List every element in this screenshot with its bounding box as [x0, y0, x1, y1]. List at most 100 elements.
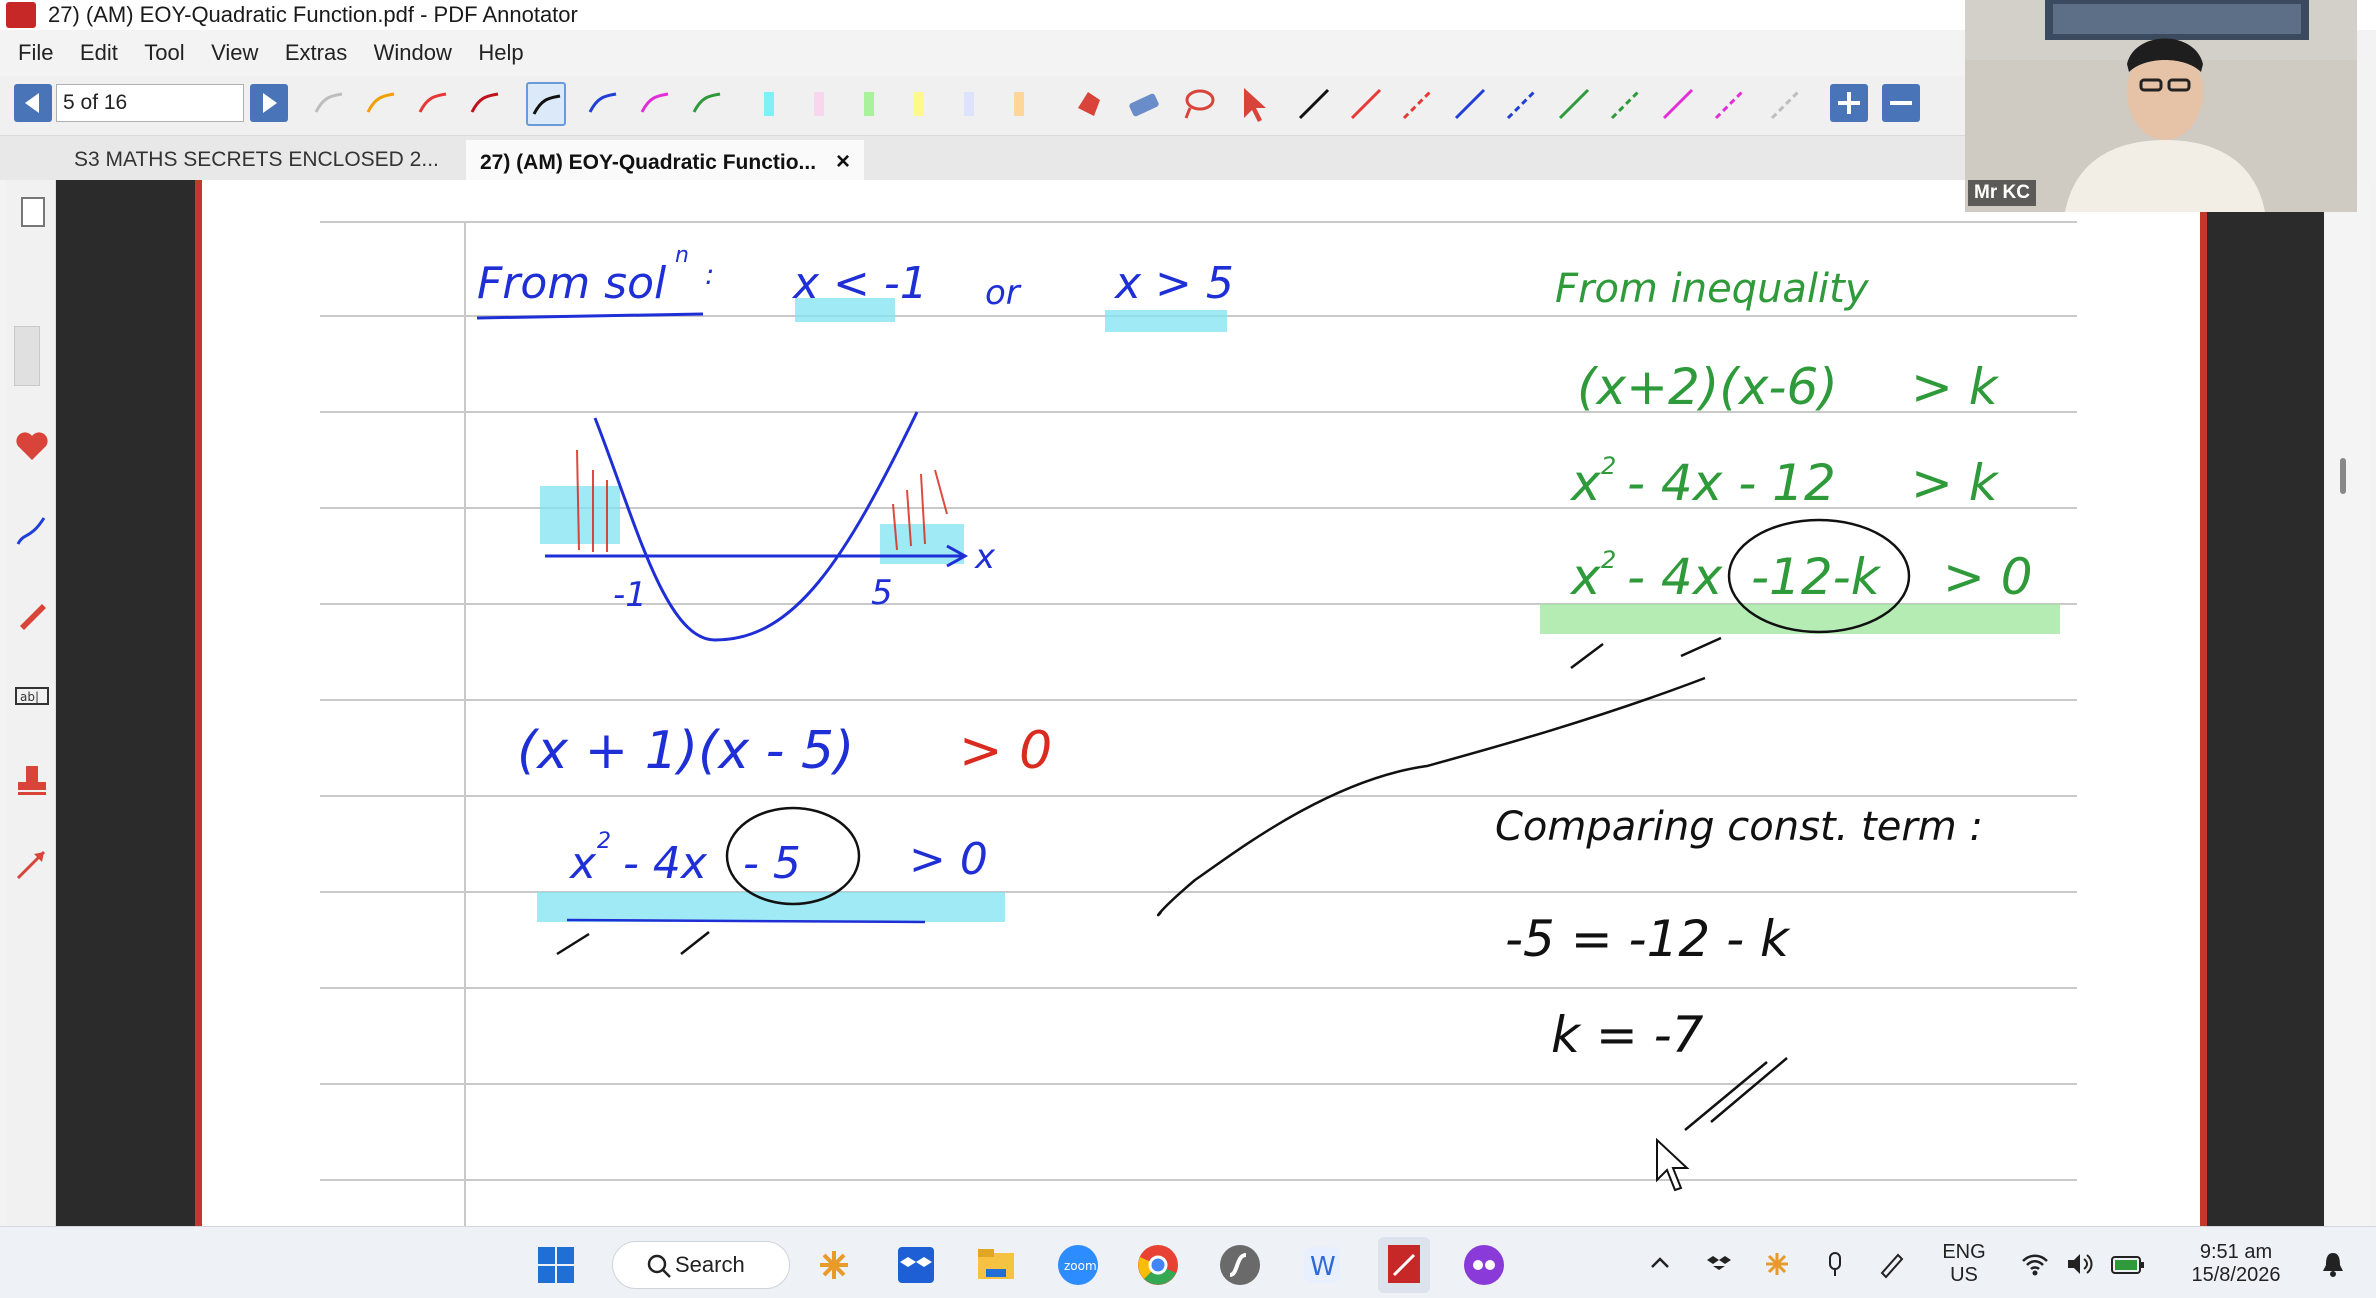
- vertical-scrollbar[interactable]: [2326, 180, 2370, 1226]
- line-red-dashed-icon[interactable]: [1398, 82, 1438, 126]
- arrow-tool-icon[interactable]: [12, 844, 52, 884]
- line-black-icon[interactable]: [1294, 82, 1334, 126]
- file-explorer-icon[interactable]: [974, 1243, 1018, 1287]
- pen-green-icon[interactable]: [688, 82, 728, 126]
- region-code: US: [1950, 1264, 1978, 1286]
- menu-window[interactable]: Window: [374, 40, 452, 65]
- highlighter-yellow-icon[interactable]: [900, 82, 940, 126]
- clock-date: 15/8/2026: [2191, 1264, 2281, 1286]
- line-gray-dashed-icon[interactable]: [1766, 82, 1806, 126]
- participant-name: Mr KC: [1968, 180, 2036, 206]
- zoom-in-button[interactable]: [1830, 84, 1868, 122]
- line-blue-icon[interactable]: [1450, 82, 1490, 126]
- graph-x-label: x: [974, 537, 996, 577]
- wifi-icon[interactable]: [2020, 1249, 2050, 1279]
- next-page-button[interactable]: [250, 84, 288, 122]
- svg-text:ab|: ab|: [20, 690, 39, 704]
- volume-icon[interactable]: [2064, 1249, 2094, 1279]
- language-indicator[interactable]: ENG US: [1934, 1241, 1994, 1287]
- left-tool-panel: ab|: [6, 180, 56, 1226]
- text-box-icon[interactable]: ab|: [12, 676, 52, 716]
- dropbox-icon[interactable]: [894, 1243, 938, 1287]
- close-tab-icon[interactable]: ×: [836, 148, 850, 175]
- equation-constant: -5 = -12 - k: [1505, 910, 1791, 968]
- factored-expression: (x + 1)(x - 5): [517, 721, 854, 781]
- highlighter-lavender-icon[interactable]: [950, 82, 990, 126]
- inequality-factored: (x+2)(x-6): [1577, 358, 1838, 416]
- zoom-out-button[interactable]: [1882, 84, 1920, 122]
- tab-s3-maths-secrets[interactable]: S3 MATHS SECRETS ENCLOSED 2...: [60, 140, 453, 180]
- line-green-dashed-icon[interactable]: [1606, 82, 1646, 126]
- pen-orange-icon[interactable]: [362, 82, 402, 126]
- graph-root-right: 5: [871, 573, 893, 613]
- inequality-expanded-terms: - 4x - 12: [1627, 454, 1836, 512]
- line-magenta-icon[interactable]: [1658, 82, 1698, 126]
- previous-page-button[interactable]: [14, 84, 52, 122]
- or-text: or: [985, 273, 1022, 313]
- taskbar-search-box[interactable]: Search: [612, 1241, 790, 1289]
- menu-extras[interactable]: Extras: [285, 40, 347, 65]
- notification-bell-icon[interactable]: [2318, 1249, 2348, 1279]
- page-thumbnail-icon[interactable]: [12, 190, 52, 230]
- menu-file[interactable]: File: [18, 40, 53, 65]
- microphone-tray-icon[interactable]: [1820, 1249, 1850, 1279]
- menu-edit[interactable]: Edit: [80, 40, 118, 65]
- panel-scroll[interactable]: [14, 326, 40, 386]
- pen-blue-icon[interactable]: [584, 82, 624, 126]
- factored-inequality: > 0: [959, 721, 1052, 781]
- menu-tool[interactable]: Tool: [144, 40, 184, 65]
- pen-tool-icon[interactable]: [12, 510, 52, 550]
- toolbar: 5 of 16: [0, 76, 1965, 136]
- chrome-icon[interactable]: [1136, 1243, 1180, 1287]
- pdf-annotator-taskbar-icon[interactable]: [1378, 1237, 1430, 1293]
- from-sol-text: From sol: [477, 258, 667, 309]
- pen-gray-icon[interactable]: [310, 82, 350, 126]
- window-title: 27) (AM) EOY-Quadratic Function.pdf - PD…: [48, 2, 578, 27]
- flash-app-icon[interactable]: [1218, 1243, 1262, 1287]
- clock[interactable]: 9:51 am 15/8/2026: [2176, 1241, 2296, 1287]
- menu-view[interactable]: View: [211, 40, 258, 65]
- pen-black-icon[interactable]: [526, 82, 566, 126]
- lasso-icon[interactable]: [1178, 82, 1218, 126]
- tab-label: 27) (AM) EOY-Quadratic Functio...: [480, 151, 817, 174]
- highlighter-orange-icon[interactable]: [1000, 82, 1040, 126]
- windows-start-icon[interactable]: [536, 1245, 576, 1285]
- dropbox-tray-icon[interactable]: [1704, 1249, 1734, 1279]
- pen-tray-icon[interactable]: [1876, 1249, 1906, 1279]
- pointer-icon[interactable]: [1232, 82, 1272, 126]
- pen-darkred-icon[interactable]: [466, 82, 506, 126]
- sol-superscript: n: [675, 243, 689, 268]
- pen-red-icon[interactable]: [414, 82, 454, 126]
- pen-magenta-icon[interactable]: [636, 82, 676, 126]
- page-number-input[interactable]: 5 of 16: [56, 84, 244, 122]
- menu-help[interactable]: Help: [478, 40, 523, 65]
- widgets-icon[interactable]: [812, 1243, 856, 1287]
- zoom-app-icon[interactable]: zoom: [1056, 1243, 1100, 1287]
- line-magenta-dashed-icon[interactable]: [1710, 82, 1750, 126]
- graph-root-left: -1: [613, 575, 647, 615]
- line-red-icon[interactable]: [1346, 82, 1386, 126]
- condition-right: x > 5: [1113, 258, 1234, 309]
- scrollbar-thumb[interactable]: [2340, 458, 2346, 494]
- line-green-icon[interactable]: [1554, 82, 1594, 126]
- highlighter-green-icon[interactable]: [850, 82, 890, 126]
- chevron-up-icon[interactable]: [1648, 1251, 1672, 1275]
- highlighter-pink-icon[interactable]: [800, 82, 840, 126]
- battery-icon[interactable]: [2110, 1249, 2146, 1279]
- clock-time: 9:51 am: [2199, 1241, 2273, 1263]
- meeting-app-icon[interactable]: [1462, 1243, 1506, 1287]
- pdf-page[interactable]: From sol n : x < -1 or x > 5 x -1 5 (x +…: [195, 180, 2207, 1226]
- inequality-rearranged-x: x: [1569, 548, 1601, 606]
- hand-icon[interactable]: [1070, 82, 1110, 126]
- comparing-text: Comparing const. term :: [1495, 804, 1983, 850]
- inequality-rearranged-linear: - 4x: [1627, 548, 1723, 606]
- eraser-icon[interactable]: [1124, 82, 1164, 126]
- stamp-icon[interactable]: [12, 760, 52, 800]
- highlighter-tool-icon[interactable]: [12, 594, 52, 634]
- favorites-heart-icon[interactable]: [12, 426, 52, 466]
- word-app-icon[interactable]: W: [1300, 1243, 1344, 1287]
- highlighter-cyan-icon[interactable]: [750, 82, 790, 126]
- tab-eoy-quadratic-function[interactable]: 27) (AM) EOY-Quadratic Functio... ×: [466, 140, 865, 180]
- line-blue-dashed-icon[interactable]: [1502, 82, 1542, 126]
- sparkle-tray-icon[interactable]: [1762, 1249, 1792, 1279]
